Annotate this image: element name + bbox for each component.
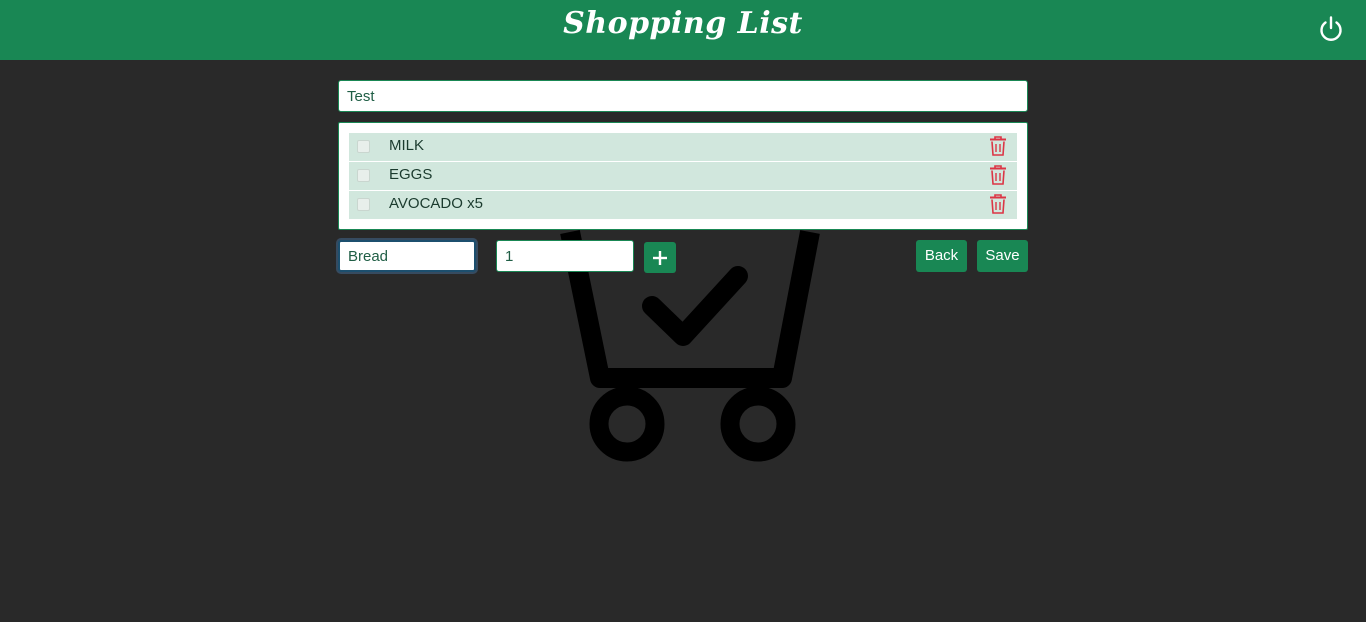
plus-icon bbox=[653, 251, 667, 266]
app-header: Shopping List bbox=[0, 0, 1366, 60]
item-checkbox[interactable] bbox=[357, 198, 370, 211]
app-title: Shopping List bbox=[563, 6, 803, 41]
item-label: MILK bbox=[389, 137, 425, 154]
list-item: AVOCADO x5 bbox=[349, 191, 1017, 219]
item-checkbox[interactable] bbox=[357, 140, 370, 153]
item-label: AVOCADO x5 bbox=[389, 195, 483, 212]
list-item: MILK bbox=[349, 133, 1017, 161]
new-item-input[interactable] bbox=[338, 240, 476, 272]
item-checkbox[interactable] bbox=[357, 169, 370, 182]
add-item-button[interactable] bbox=[644, 242, 676, 273]
trash-icon bbox=[990, 194, 1006, 214]
delete-item-button[interactable] bbox=[989, 136, 1007, 156]
power-button[interactable] bbox=[1316, 14, 1346, 44]
delete-item-button[interactable] bbox=[989, 165, 1007, 185]
back-button[interactable]: Back bbox=[916, 240, 967, 272]
list-name-input[interactable] bbox=[338, 80, 1028, 112]
item-label: EGGS bbox=[389, 166, 433, 183]
trash-icon bbox=[990, 165, 1006, 185]
power-icon bbox=[1320, 16, 1342, 41]
trash-icon bbox=[990, 136, 1006, 156]
list-item: EGGS bbox=[349, 162, 1017, 190]
save-button[interactable]: Save bbox=[977, 240, 1028, 272]
items-panel: MILK EGGS AVOCADO x5 bbox=[338, 122, 1028, 230]
delete-item-button[interactable] bbox=[989, 194, 1007, 214]
quantity-input[interactable] bbox=[496, 240, 634, 272]
